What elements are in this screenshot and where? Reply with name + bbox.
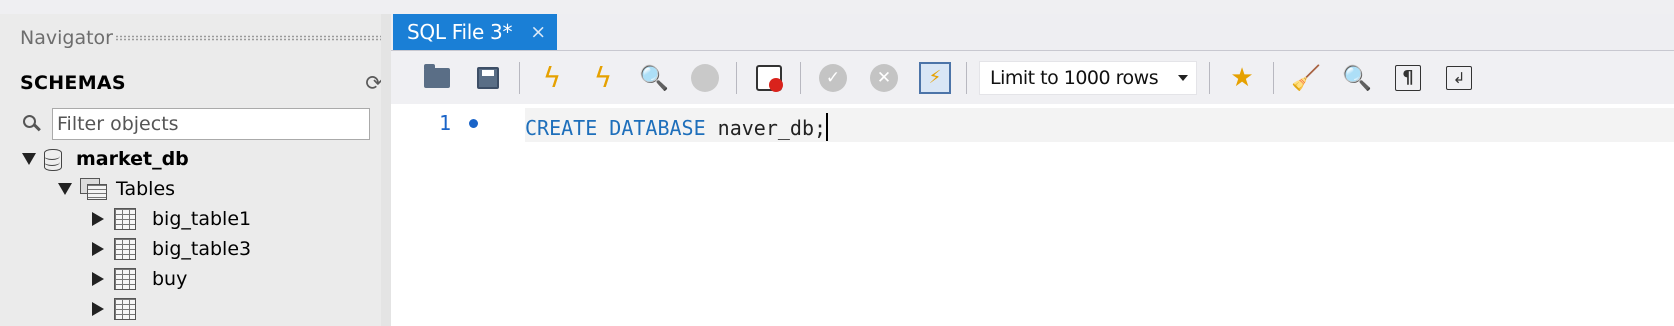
broom-icon: 🧹 xyxy=(1291,63,1321,92)
filter-row xyxy=(20,104,396,144)
search-icon xyxy=(20,112,44,136)
navigator-title: Navigator xyxy=(20,27,113,49)
tables-folder-icon xyxy=(80,178,107,200)
expand-arrow-icon[interactable] xyxy=(22,153,36,165)
toolbar-separator xyxy=(519,61,520,94)
folder-icon xyxy=(424,63,450,88)
checkmark-icon: ✓ xyxy=(819,63,847,92)
stop-on-error-icon xyxy=(756,64,783,92)
pilcrow-icon: ¶ xyxy=(1395,64,1421,91)
line-number: 1 xyxy=(439,111,452,135)
schemas-header: SCHEMAS ⟳ xyxy=(20,68,386,98)
add-snippet-button[interactable]: ★ xyxy=(1222,58,1262,98)
autocommit-icon: ⚡ xyxy=(919,61,951,94)
tables-label: Tables xyxy=(116,178,176,200)
table-name: big_table1 xyxy=(152,208,252,230)
schema-name: market_db xyxy=(76,148,189,170)
collapse-arrow-icon[interactable] xyxy=(92,212,104,226)
star-plus-icon: ★ xyxy=(1230,62,1254,93)
filter-objects-input[interactable] xyxy=(52,108,370,140)
tab-label: SQL File 3* xyxy=(407,20,513,44)
tree-item-table[interactable]: big_table3 xyxy=(92,234,251,264)
close-icon[interactable]: × xyxy=(530,21,546,43)
table-name: big_table3 xyxy=(152,238,252,260)
collapse-arrow-icon[interactable] xyxy=(92,302,104,316)
navigator-drag-handle[interactable] xyxy=(114,35,398,41)
sql-editor-panel: ϟ ϟ 🔍 ✓ ✕ ⚡ Limit to 1000 rows ★ 🧹 🔍 ¶ ↲… xyxy=(391,51,1674,326)
toolbar-separator xyxy=(1209,61,1210,94)
toggle-error-stop-button[interactable] xyxy=(749,58,789,98)
statement-marker-icon xyxy=(469,119,478,128)
open-file-button[interactable] xyxy=(417,58,457,98)
save-icon xyxy=(477,66,499,89)
navigator-header: Navigator xyxy=(20,24,406,52)
beautify-button[interactable]: 🧹 xyxy=(1286,58,1326,98)
chevron-down-icon xyxy=(1178,74,1188,81)
editor-toolbar: ϟ ϟ 🔍 ✓ ✕ ⚡ Limit to 1000 rows ★ 🧹 🔍 ¶ ↲ xyxy=(391,51,1674,104)
table-icon xyxy=(114,298,136,320)
table-icon xyxy=(114,268,136,290)
text-cursor xyxy=(826,113,829,141)
word-wrap-button[interactable]: ↲ xyxy=(1439,58,1479,98)
keyword-create: CREATE xyxy=(525,116,598,140)
invisible-chars-button[interactable]: ¶ xyxy=(1388,58,1428,98)
magnifier-icon: 🔍 xyxy=(1342,63,1372,92)
code-line-1[interactable]: CREATE DATABASE naver_db; xyxy=(525,113,829,141)
rollback-button[interactable]: ✕ xyxy=(864,58,904,98)
execute-button[interactable]: ϟ xyxy=(532,58,572,98)
collapse-arrow-icon[interactable] xyxy=(92,242,104,256)
window-top-strip xyxy=(0,0,1674,14)
tab-sql-file-3[interactable]: SQL File 3* × xyxy=(393,14,557,50)
schemas-label: SCHEMAS xyxy=(20,72,126,94)
lightning-cursor-icon: ϟ xyxy=(593,60,613,94)
lightning-icon: ϟ xyxy=(542,60,562,94)
panel-splitter[interactable] xyxy=(381,14,391,326)
stop-button[interactable] xyxy=(685,58,725,98)
database-icon xyxy=(44,147,62,171)
x-circle-icon: ✕ xyxy=(870,63,898,92)
editor-tab-bar: SQL File 3* × xyxy=(391,14,1674,51)
table-icon xyxy=(114,238,136,260)
limit-rows-value: Limit to 1000 rows xyxy=(990,66,1159,89)
toolbar-separator xyxy=(736,61,737,94)
find-button[interactable]: 🔍 xyxy=(1337,58,1377,98)
execute-current-button[interactable]: ϟ xyxy=(583,58,623,98)
stop-hand-icon xyxy=(691,63,719,92)
tree-item-table[interactable]: big_table1 xyxy=(92,204,251,234)
save-button[interactable] xyxy=(468,58,508,98)
explain-button[interactable]: 🔍 xyxy=(634,58,674,98)
navigator-panel: Navigator SCHEMAS ⟳ market_db Tables big… xyxy=(0,14,406,326)
keyword-database: DATABASE xyxy=(609,116,706,140)
expand-arrow-icon[interactable] xyxy=(58,183,72,195)
limit-rows-select[interactable]: Limit to 1000 rows xyxy=(979,60,1197,95)
autocommit-toggle[interactable]: ⚡ xyxy=(915,58,955,98)
tree-item-market-db[interactable]: market_db xyxy=(22,144,189,174)
toolbar-separator xyxy=(1273,61,1274,94)
toolbar-separator xyxy=(800,61,801,94)
tree-item-table[interactable]: buy xyxy=(92,264,187,294)
toolbar-separator xyxy=(966,61,967,94)
identifier-naver-db: naver_db; xyxy=(717,116,827,140)
line-gutter xyxy=(391,104,509,326)
collapse-arrow-icon[interactable] xyxy=(92,272,104,286)
table-icon xyxy=(114,208,136,230)
word-wrap-icon: ↲ xyxy=(1446,65,1472,90)
commit-button[interactable]: ✓ xyxy=(813,58,853,98)
tree-item-tables[interactable]: Tables xyxy=(58,174,175,204)
tree-item-table-partial[interactable] xyxy=(92,294,152,324)
table-name: buy xyxy=(152,268,188,290)
magnifier-lightning-icon: 🔍 xyxy=(639,63,669,92)
